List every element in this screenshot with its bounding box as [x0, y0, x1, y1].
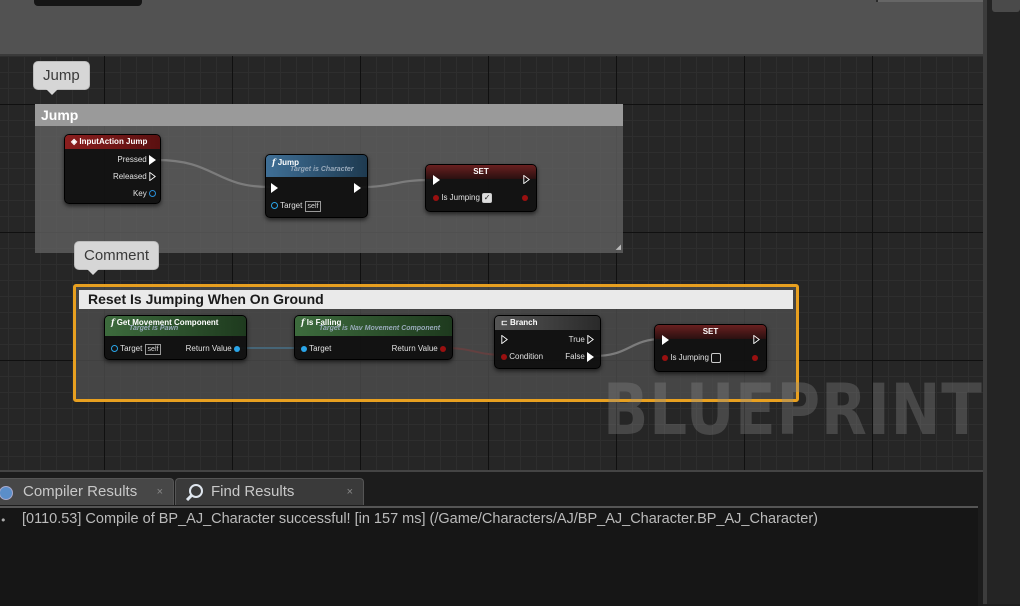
- output-pin[interactable]: [522, 193, 528, 202]
- checkbox-checked-icon[interactable]: ✓: [482, 193, 493, 203]
- pin-label: Target: [309, 344, 332, 353]
- exec-pin-icon: [433, 175, 440, 185]
- info-bullet-icon: •: [0, 514, 7, 527]
- condition-pin[interactable]: Condition: [501, 352, 543, 361]
- function-icon: f: [301, 317, 305, 327]
- node-subtitle: Target is Nav Movement Component: [319, 325, 441, 332]
- exec-in-pin[interactable]: [433, 175, 440, 185]
- return-value-pin[interactable]: Return Value: [186, 344, 240, 353]
- tab-compiler-results[interactable]: Compiler Results ×: [0, 478, 174, 505]
- pin-label: False: [565, 352, 585, 362]
- self-value[interactable]: self: [304, 201, 322, 212]
- function-icon: f: [111, 317, 115, 327]
- branch-icon: ⊏: [501, 318, 508, 327]
- exec-pin-icon: [149, 155, 156, 165]
- pin-label: Return Value: [391, 344, 438, 353]
- true-pin[interactable]: True: [568, 335, 594, 345]
- right-panel-scroll-thumb[interactable]: [992, 0, 1020, 12]
- exec-out-pin[interactable]: [753, 335, 760, 345]
- pin-label: True: [568, 335, 585, 344]
- pin-label: Condition: [509, 352, 544, 361]
- blueprint-graph[interactable]: Jump ◢ Jump Reset Is Jumping When On Gro…: [0, 0, 983, 470]
- tab-label: Compiler Results: [23, 483, 138, 500]
- exec-in-pin[interactable]: [662, 335, 669, 345]
- reset-comment-title[interactable]: Reset Is Jumping When On Ground: [79, 290, 793, 309]
- close-icon[interactable]: ×: [157, 479, 163, 505]
- exec-pin-icon: [354, 183, 361, 193]
- blueprint-watermark: BLUEPRINT: [603, 369, 983, 451]
- jump-function-node[interactable]: f Jump Target is Character Target self: [265, 154, 368, 218]
- object-pin-icon: [234, 345, 240, 352]
- log-message[interactable]: [0110.53] Compile of BP_AJ_Character suc…: [22, 511, 818, 527]
- output-pin[interactable]: [752, 353, 758, 362]
- jump-comment-bubble[interactable]: Jump: [34, 62, 89, 95]
- exec-in-pin[interactable]: [501, 335, 508, 345]
- bool-pin-icon: [752, 354, 758, 361]
- node-subtitle: Target is Character: [290, 166, 354, 173]
- set-is-jumping-node[interactable]: SET Is Jumping ✓: [425, 164, 537, 212]
- node-title: SET: [702, 327, 719, 336]
- key-pin[interactable]: Key: [133, 189, 156, 198]
- pin-label: Key: [132, 189, 147, 198]
- right-side-panel: [983, 0, 1020, 604]
- is-jumping-pin[interactable]: Is Jumping: [662, 353, 722, 363]
- exec-in-pin[interactable]: [271, 183, 278, 193]
- object-pin-icon: [271, 202, 278, 210]
- bool-pin-icon: [522, 194, 528, 201]
- exec-pin-hollow-icon: [501, 335, 508, 345]
- get-movement-component-node[interactable]: f Get Movement Component Target is Pawn …: [104, 315, 247, 360]
- pin-label: Target: [120, 344, 143, 353]
- struct-pin-icon: [149, 190, 156, 198]
- exec-pin-hollow-icon: [587, 335, 594, 345]
- resize-handle[interactable]: ◢: [616, 243, 621, 251]
- is-falling-node[interactable]: f Is Falling Target is Nav Movement Comp…: [294, 315, 453, 360]
- self-value[interactable]: self: [144, 344, 162, 355]
- exec-out-pin[interactable]: [354, 183, 361, 193]
- exec-pin-hollow-icon: [753, 335, 760, 345]
- object-pin-icon: [111, 345, 118, 353]
- search-icon: [185, 484, 203, 501]
- exec-pin-icon: [587, 352, 594, 362]
- comment-bubble[interactable]: Comment: [75, 242, 159, 275]
- set-is-jumping-node-2[interactable]: SET Is Jumping: [654, 324, 767, 372]
- target-pin[interactable]: Target: [301, 344, 331, 353]
- false-pin[interactable]: False: [565, 352, 594, 362]
- pin-label: Is Jumping: [670, 353, 709, 363]
- inputaction-jump-node[interactable]: ◈ InputAction Jump Pressed Released Key: [64, 134, 161, 204]
- return-value-pin[interactable]: Return Value: [392, 344, 446, 353]
- bool-pin-icon: [440, 345, 446, 352]
- node-title: SET: [473, 167, 489, 176]
- object-pin-icon: [301, 345, 307, 352]
- released-pin[interactable]: Released: [112, 172, 156, 182]
- target-pin[interactable]: Target self: [111, 344, 162, 355]
- event-diamond-icon: ◈: [71, 137, 78, 146]
- exec-out-pin[interactable]: [523, 175, 530, 185]
- bool-pin-icon: [433, 195, 439, 201]
- bool-pin-icon: [501, 353, 507, 360]
- pin-label: Is Jumping: [441, 193, 480, 203]
- tab-find-results[interactable]: Find Results ×: [175, 478, 364, 505]
- is-jumping-pin[interactable]: Is Jumping ✓: [433, 193, 493, 203]
- pin-label: Pressed: [117, 155, 147, 165]
- bool-pin-icon: [662, 355, 668, 361]
- pin-label: Released: [112, 172, 147, 181]
- exec-pin-icon: [662, 335, 669, 345]
- close-icon[interactable]: ×: [347, 479, 353, 505]
- checkbox-unchecked-icon[interactable]: [711, 353, 722, 363]
- target-pin[interactable]: Target self: [271, 201, 322, 212]
- pressed-pin[interactable]: Pressed: [117, 155, 156, 165]
- tab-label: Find Results: [211, 483, 295, 500]
- exec-pin-icon: [271, 183, 278, 193]
- node-title: Branch: [509, 318, 538, 327]
- pin-label: Return Value: [185, 344, 232, 353]
- branch-node[interactable]: ⊏ Branch True Condition False: [494, 315, 601, 369]
- exec-pin-hollow-icon: [149, 172, 156, 182]
- node-subtitle: Target is Pawn: [129, 325, 179, 332]
- node-title: InputAction Jump: [79, 137, 148, 146]
- function-icon: f: [272, 157, 276, 167]
- pin-label: Target: [280, 201, 303, 210]
- jump-comment-title[interactable]: Jump: [35, 104, 623, 126]
- exec-pin-hollow-icon: [523, 175, 530, 185]
- compiler-results-icon: [0, 486, 13, 500]
